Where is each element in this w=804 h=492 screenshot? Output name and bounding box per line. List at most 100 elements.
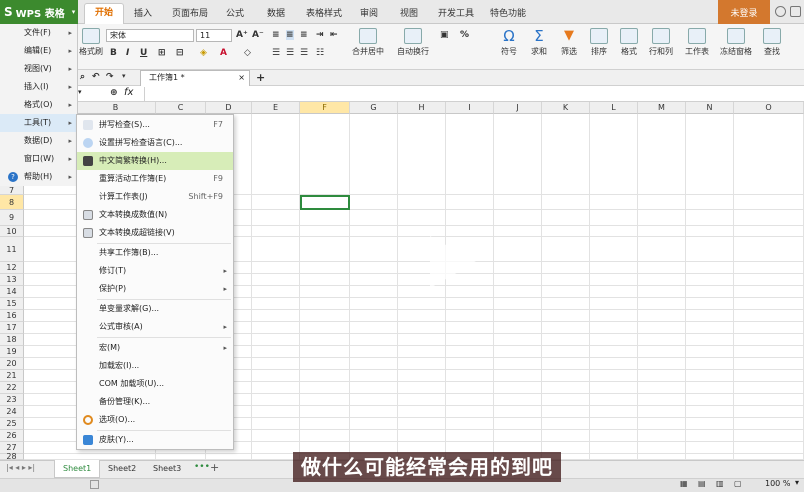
login-button[interactable]: 未登录 bbox=[718, 0, 770, 24]
underline-icon[interactable]: U bbox=[140, 48, 147, 58]
tab-developer[interactable]: 开发工具 bbox=[438, 6, 474, 19]
column-header[interactable]: E bbox=[252, 102, 300, 114]
close-icon[interactable]: × bbox=[238, 71, 245, 85]
menu-chinese-conversion[interactable]: 中文简繁转换(H)... bbox=[77, 152, 233, 170]
menu-text-to-number[interactable]: 文本转换成数值(N) bbox=[77, 206, 233, 224]
filter-button[interactable]: ▼ 筛选 bbox=[556, 28, 582, 57]
outdent-icon[interactable]: ⇤ bbox=[330, 30, 338, 40]
sheet-tab-3[interactable]: Sheet3 bbox=[145, 460, 189, 478]
menu-macro[interactable]: 宏(M) ▸ bbox=[77, 339, 233, 357]
align-bottom-icon[interactable]: ≡ bbox=[300, 30, 308, 40]
clear-format-icon[interactable]: ◇ bbox=[244, 48, 251, 58]
bold-icon[interactable]: B bbox=[110, 48, 117, 58]
name-box-dropdown-icon[interactable]: ▾ bbox=[78, 88, 82, 96]
percent-button[interactable]: % bbox=[460, 30, 469, 40]
freeze-panes-button[interactable]: 冻结窗格 bbox=[718, 28, 754, 57]
zoom-icon[interactable]: ⊕ bbox=[110, 88, 118, 98]
menu-calc-sheet[interactable]: 计算工作表(J) Shift+F9 bbox=[77, 188, 233, 206]
align-top-icon[interactable]: ≡ bbox=[272, 30, 280, 40]
row-header[interactable]: 9 bbox=[0, 210, 24, 226]
menu-file[interactable]: 文件(F) ▸ bbox=[0, 24, 78, 42]
new-tab-icon[interactable]: + bbox=[256, 71, 265, 84]
print-preview-icon[interactable]: ⌕ bbox=[80, 72, 85, 82]
document-tab[interactable]: 工作簿1 * × bbox=[140, 70, 250, 86]
sheet-tab-2[interactable]: Sheet2 bbox=[100, 460, 144, 478]
row-header[interactable]: 21 bbox=[0, 370, 24, 382]
tab-formulas[interactable]: 公式 bbox=[226, 6, 244, 19]
reading-view-icon[interactable]: ▢ bbox=[734, 479, 742, 488]
zoom-dropdown-icon[interactable]: ▾ bbox=[795, 478, 799, 487]
format-painter-button[interactable]: 格式刷 bbox=[78, 28, 104, 57]
menu-com-add-ins[interactable]: COM 加载项(U)... bbox=[77, 375, 233, 393]
menu-revisions[interactable]: 修订(T) ▸ bbox=[77, 262, 233, 280]
row-header[interactable]: 16 bbox=[0, 310, 24, 322]
menu-tools[interactable]: 工具(T) ▸ bbox=[0, 114, 78, 132]
menu-window[interactable]: 窗口(W) ▸ bbox=[0, 150, 78, 168]
tab-insert[interactable]: 插入 bbox=[134, 6, 152, 19]
menu-edit[interactable]: 编辑(E) ▸ bbox=[0, 42, 78, 60]
menu-add-ins[interactable]: 加载宏(I)... bbox=[77, 357, 233, 375]
tab-table-style[interactable]: 表格样式 bbox=[306, 6, 342, 19]
page-break-view-icon[interactable]: ▥ bbox=[716, 479, 724, 488]
border-icon[interactable]: ⊞ bbox=[158, 48, 166, 58]
row-header[interactable]: 18 bbox=[0, 334, 24, 346]
menu-goal-seek[interactable]: 单变量求解(G)... bbox=[77, 300, 233, 318]
menu-text-to-hyperlink[interactable]: 文本转换成超链接(V) bbox=[77, 224, 233, 242]
font-name-select[interactable]: 宋体 bbox=[106, 29, 194, 42]
row-header[interactable]: 23 bbox=[0, 394, 24, 406]
page-layout-view-icon[interactable]: ▤ bbox=[698, 479, 706, 488]
tab-view[interactable]: 视图 bbox=[400, 6, 418, 19]
format-button[interactable]: 格式 bbox=[616, 28, 642, 57]
menu-spell-check[interactable]: 拼写检查(S)... F7 bbox=[77, 116, 233, 134]
row-header[interactable]: 13 bbox=[0, 274, 24, 286]
menu-share-workbook[interactable]: 共享工作簿(B)... bbox=[77, 244, 233, 262]
number-format-icon[interactable]: ▣ bbox=[440, 30, 449, 40]
formula-input[interactable] bbox=[144, 87, 804, 101]
tab-home[interactable]: 开始 bbox=[84, 3, 125, 24]
row-header[interactable]: 8 bbox=[0, 195, 24, 210]
worksheet-button[interactable]: 工作表 bbox=[680, 28, 714, 57]
row-header[interactable]: 25 bbox=[0, 418, 24, 430]
column-header[interactable]: L bbox=[590, 102, 638, 114]
row-header[interactable]: 20 bbox=[0, 358, 24, 370]
fill-color-icon[interactable]: ◈ bbox=[200, 48, 207, 58]
menu-formula-auditing[interactable]: 公式审核(A) ▸ bbox=[77, 318, 233, 336]
menu-view[interactable]: 视图(V) ▸ bbox=[0, 60, 78, 78]
column-header[interactable]: I bbox=[446, 102, 494, 114]
align-right-icon[interactable]: ☰ bbox=[300, 48, 308, 58]
font-color-icon[interactable]: A bbox=[220, 48, 227, 58]
menu-format[interactable]: 格式(O) ▸ bbox=[0, 96, 78, 114]
align-center-icon[interactable]: ☰ bbox=[286, 48, 294, 58]
undo-icon[interactable]: ↶ bbox=[92, 72, 100, 82]
column-header[interactable]: J bbox=[494, 102, 542, 114]
menu-spell-language[interactable]: 设置拼写检查语言(C)... bbox=[77, 134, 233, 152]
symbol-button[interactable]: Ω 符号 bbox=[496, 28, 522, 57]
tab-data[interactable]: 数据 bbox=[267, 6, 285, 19]
row-header[interactable]: 7 bbox=[0, 186, 24, 195]
sheet-tab-1[interactable]: Sheet1 bbox=[54, 460, 101, 478]
rows-cols-button[interactable]: 行和列 bbox=[646, 28, 676, 57]
row-header[interactable]: 10 bbox=[0, 226, 24, 237]
column-header[interactable]: M bbox=[638, 102, 686, 114]
font-size-select[interactable]: 11 bbox=[196, 29, 232, 42]
align-middle-icon[interactable]: ≡ bbox=[286, 30, 294, 40]
column-header[interactable]: O bbox=[734, 102, 804, 114]
row-header[interactable]: 12 bbox=[0, 262, 24, 274]
merge-center-button[interactable]: 合并居中 bbox=[345, 28, 391, 57]
menu-help[interactable]: ? 帮助(H) ▸ bbox=[0, 168, 78, 186]
row-header[interactable]: 22 bbox=[0, 382, 24, 394]
row-header[interactable]: 14 bbox=[0, 286, 24, 298]
column-header[interactable]: N bbox=[686, 102, 734, 114]
sort-button[interactable]: 排序 bbox=[586, 28, 612, 57]
distribute-icon[interactable]: ☷ bbox=[316, 48, 324, 58]
merge-icon[interactable]: ⊟ bbox=[176, 48, 184, 58]
column-header[interactable]: D bbox=[206, 102, 252, 114]
tab-special[interactable]: 特色功能 bbox=[490, 6, 526, 19]
macro-record-icon[interactable] bbox=[90, 480, 99, 489]
column-header[interactable]: G bbox=[350, 102, 398, 114]
add-sheet-icon[interactable]: + bbox=[210, 461, 219, 474]
tab-review[interactable]: 审阅 bbox=[360, 6, 378, 19]
column-header[interactable]: K bbox=[542, 102, 590, 114]
align-left-icon[interactable]: ☰ bbox=[272, 48, 280, 58]
column-header[interactable]: B bbox=[76, 102, 156, 114]
